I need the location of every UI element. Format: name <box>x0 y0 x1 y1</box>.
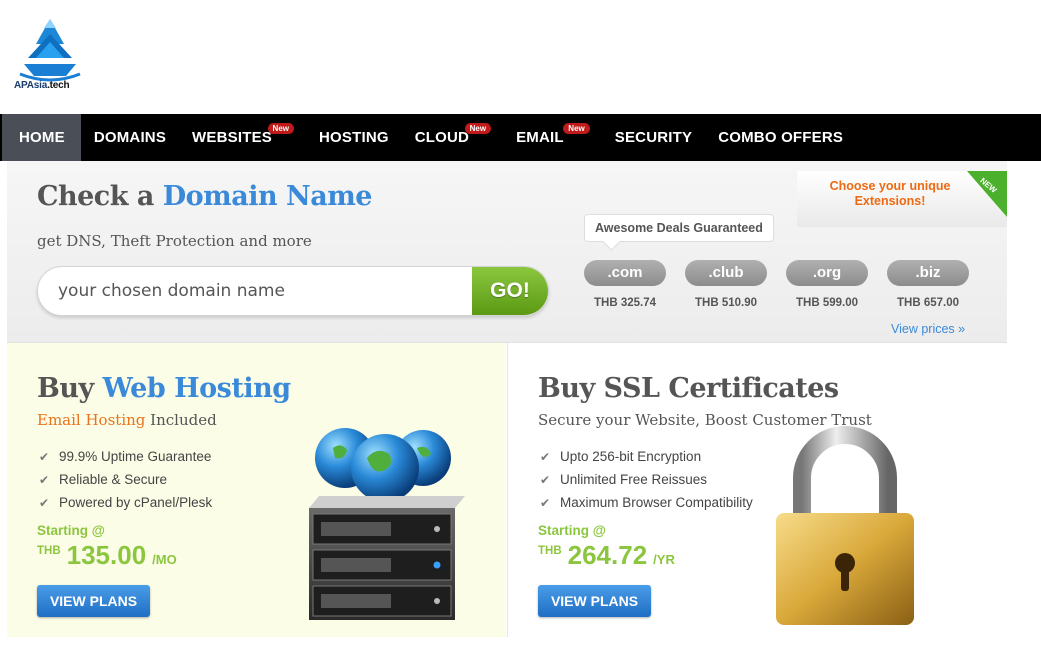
site-header: APAsia.tech <box>0 0 1041 114</box>
extension-price: THB 657.00 <box>896 297 959 309</box>
feature-item: ✔ 99.9% Uptime Guarantee <box>39 449 212 464</box>
ssl-price: THB 264.72 /YR <box>538 540 675 570</box>
extensions-promo[interactable]: NEW Choose your unique Extensions! <box>777 171 1007 233</box>
domain-search-input[interactable] <box>38 267 474 315</box>
extension-price: THB 599.00 <box>795 297 858 309</box>
ssl-certificates-panel: Buy SSL Certificates Secure your Website… <box>507 343 1007 637</box>
extension-org: .org THB 599.00 <box>786 260 868 309</box>
feature-item: ✔ Reliable & Secure <box>39 472 168 487</box>
hosting-title: Buy Web Hosting <box>37 373 291 404</box>
go-button[interactable]: GO! <box>472 267 548 315</box>
nav-item-websites[interactable]: WEBSITES New <box>179 114 306 161</box>
nav-item-email[interactable]: EMAIL New <box>503 114 602 161</box>
domain-search-box: GO! <box>37 266 549 316</box>
new-badge: New <box>563 123 590 134</box>
extension-pill[interactable]: .com <box>584 260 666 286</box>
check-icon: ✔ <box>39 472 50 487</box>
extension-club: .club THB 510.90 <box>685 260 767 309</box>
nav-item-domains[interactable]: DOMAINS <box>81 114 179 161</box>
promo-text: Choose your unique Extensions! <box>829 179 951 208</box>
check-icon: ✔ <box>540 449 551 464</box>
main-nav: HOME DOMAINS WEBSITES New HOSTING CLOUD … <box>0 114 1041 161</box>
domain-search-panel: Check a Domain Name get DNS, Theft Prote… <box>7 161 1007 343</box>
nav-item-security[interactable]: SECURITY <box>602 114 705 161</box>
feature-item: ✔ Upto 256-bit Encryption <box>540 449 702 464</box>
nav-item-combo-offers[interactable]: COMBO OFFERS <box>705 114 856 161</box>
new-badge: New <box>267 123 294 134</box>
deals-bubble: Awesome Deals Guaranteed <box>584 214 774 242</box>
check-icon: ✔ <box>39 495 50 510</box>
domain-search-subtitle: get DNS, Theft Protection and more <box>37 232 312 250</box>
hosting-features: ✔ 99.9% Uptime Guarantee ✔ Reliable & Secu… <box>39 445 212 514</box>
web-hosting-panel: Buy Web Hosting Email Hosting Included ✔… <box>7 343 506 637</box>
extension-pill[interactable]: .biz <box>887 260 969 286</box>
hosting-view-plans-button[interactable]: VIEW PLANS <box>37 585 150 617</box>
starting-label: Starting @ <box>538 523 606 538</box>
check-icon: ✔ <box>540 472 551 487</box>
extension-price: THB 510.90 <box>694 297 757 309</box>
new-badge: New <box>464 123 492 134</box>
server-globes-icon <box>309 428 465 620</box>
check-icon: ✔ <box>540 495 551 510</box>
hosting-subtitle: Email Hosting Included <box>37 411 217 429</box>
hosting-price: THB 135.00 /MO <box>37 540 177 570</box>
check-icon: ✔ <box>39 449 50 464</box>
nav-item-home[interactable]: HOME <box>2 114 81 161</box>
nav-item-hosting[interactable]: HOSTING <box>306 114 402 161</box>
extension-pill[interactable]: .org <box>786 260 868 286</box>
extension-pill[interactable]: .club <box>685 260 767 286</box>
starting-label: Starting @ <box>37 523 105 538</box>
feature-item: ✔ Powered by cPanel/Plesk <box>39 495 213 510</box>
padlock-icon <box>776 426 914 625</box>
view-prices-link[interactable]: View prices » <box>891 322 965 336</box>
ssl-view-plans-button[interactable]: VIEW PLANS <box>538 585 651 617</box>
ssl-title: Buy SSL Certificates <box>538 373 839 404</box>
ssl-features: ✔ Upto 256-bit Encryption ✔ Unlimited Free… <box>540 445 753 514</box>
domain-search-title: Check a Domain Name <box>37 181 372 212</box>
feature-item: ✔ Maximum Browser Compatibility <box>540 495 753 510</box>
nav-item-cloud[interactable]: CLOUD New <box>402 114 503 161</box>
extension-price: THB 325.74 <box>593 297 656 309</box>
feature-item: ✔ Unlimited Free Reissues <box>540 472 708 487</box>
extension-biz: .biz THB 657.00 <box>887 260 969 309</box>
logo-text: APAsia.tech <box>14 80 70 91</box>
extension-com: .com THB 325.74 <box>584 260 666 309</box>
